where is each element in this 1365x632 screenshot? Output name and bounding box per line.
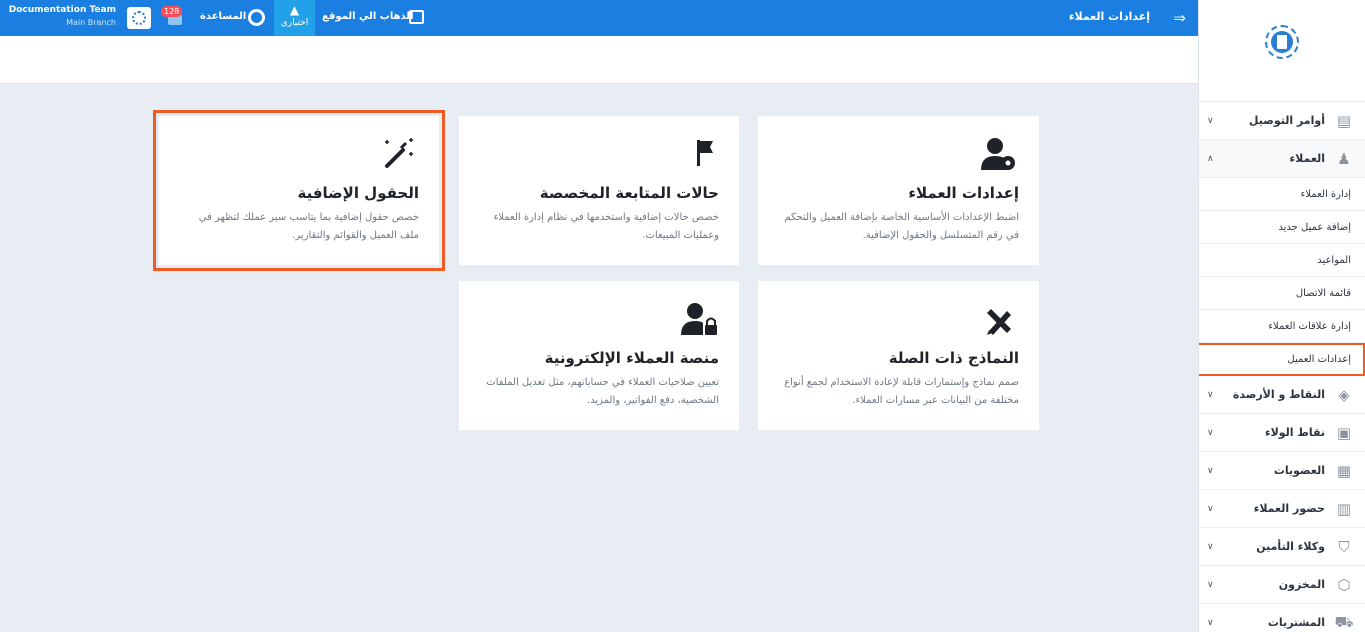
sidebar-item-purchases[interactable]: ⛟ المشتريات ∨ [1199,604,1365,632]
clipboard-icon: ▤ [1336,111,1352,130]
card-description: تعيين صلاحيات العملاء في حساباتهم، مثل ت… [486,377,719,406]
sidebar-item-attendance[interactable]: ▥ حضور العملاء ∨ [1199,490,1365,528]
chevron-down-icon: ∨ [1207,389,1214,400]
sidebar-item-label: حضور العملاء [1253,502,1325,515]
shortcuts-label: اختياري [280,18,309,28]
sidebar-item-label: المخزون [1278,578,1325,591]
logo-icon [1265,25,1299,59]
user-tie-icon: ♟ [1337,149,1351,168]
card-description: خصص حالات إضافية واستخدمها في نظام إدارة… [493,212,719,241]
lifebuoy-icon[interactable] [248,9,265,26]
card-title: النماذج ذات الصلة [888,349,1019,367]
submenu-add-customer[interactable]: إضافة عميل جديد [1199,211,1365,244]
card-title: منصة العملاء الإلكترونية [544,349,719,367]
chevron-up-icon: ∧ [1207,153,1214,164]
sidebar-item-label: العضويات [1273,464,1325,477]
id-card-icon: ▦ [1336,461,1352,480]
card-description: اضبط الإعدادات الأساسية الخاصة بإضافة ال… [784,212,1019,241]
card-custom-statuses[interactable]: حالات المتابعة المخصصة خصص حالات إضافية … [459,116,739,265]
sidebar-item-label: وكلاء التأمين [1256,540,1325,553]
app-logo[interactable] [1199,0,1365,84]
chevron-down-icon: ∨ [1207,427,1214,438]
sidebar-item-loyalty[interactable]: ▣ نقاط الولاء ∨ [1199,414,1365,452]
card-title: حالات المتابعة المخصصة [539,184,719,202]
calendar-user-icon: ▥ [1336,499,1352,518]
sub-header [0,36,1198,84]
submenu-appointments[interactable]: المواعيد [1199,244,1365,277]
gear-icon [132,11,146,25]
card-description: صمم نماذج وإستمارات قابلة لإعادة الاستخد… [784,377,1019,406]
card-customer-settings[interactable]: إعدادات العملاء اضبط الإعدادات الأساسية … [758,116,1039,265]
branch-name: Main Branch [66,18,116,27]
sidebar-item-label: المشتريات [1267,616,1325,629]
top-bar: ⇒ إعدادات العملاء الذهاب الي الموقع ▲ اخ… [0,0,1198,36]
chevron-down-icon: ∨ [1207,465,1214,476]
card-title: إعدادات العملاء [908,184,1019,202]
chevron-down-icon: ∨ [1207,541,1214,552]
card-related-forms[interactable]: النماذج ذات الصلة صمم نماذج وإستمارات قا… [758,281,1039,430]
sidebar-item-insurance-agents[interactable]: ⛉ وكلاء التأمين ∨ [1199,528,1365,566]
visit-site-link[interactable]: الذهاب الي الموقع [322,11,414,22]
sidebar-item-inventory[interactable]: ⬡ المخزون ∨ [1199,566,1365,604]
notification-badge: 128 [161,6,183,17]
branch-logo[interactable] [127,7,151,29]
user-lock-icon [681,303,717,335]
highlight-box [153,110,445,271]
sidebar-item-delivery-orders[interactable]: ▤ أوامر التوصيل ∨ [1199,102,1365,140]
shield-icon: ⛉ [1338,537,1350,556]
pencil-ruler-icon [987,309,1011,335]
sidebar-item-label: أوامر التوصيل [1248,114,1325,127]
user-gear-icon [981,138,1015,170]
submenu-crm[interactable]: إدارة علاقات العملاء [1199,310,1365,343]
customers-submenu: إدارة العملاء إضافة عميل جديد المواعيد ق… [1199,178,1365,376]
submenu-contact-list[interactable]: قائمة الاتصال [1199,277,1365,310]
help-link[interactable]: المساعدة [200,11,246,22]
sidebar-item-memberships[interactable]: ▦ العضويات ∨ [1199,452,1365,490]
card-customer-portal[interactable]: منصة العملاء الإلكترونية تعيين صلاحيات ا… [459,281,739,430]
sidebar-item-label: العملاء [1289,152,1325,165]
box-icon: ⬡ [1337,575,1351,594]
chevron-down-icon: ∨ [1207,579,1214,590]
sidebar: ▤ أوامر التوصيل ∨ ♟ العملاء ∧ إدارة العم… [1198,0,1365,632]
chevron-down-icon: ∨ [1207,115,1214,126]
submenu-manage-customers[interactable]: إدارة العملاء [1199,178,1365,211]
rocket-icon: ▲ [289,3,300,17]
shortcuts-button[interactable]: ▲ اختياري [274,0,315,36]
flag-icon [697,140,713,166]
sidebar-item-label: النقاط و الأرصدة [1232,388,1325,401]
chevron-down-icon: ∨ [1207,617,1214,628]
sidebar-item-customers[interactable]: ♟ العملاء ∧ [1199,140,1365,178]
team-name[interactable]: Documentation Team [8,5,116,15]
layers-icon: ◈ [1338,385,1350,404]
submenu-customer-settings[interactable]: إعدادات العميل [1199,343,1365,376]
sidebar-toggle-icon[interactable]: ⇒ [1173,9,1186,27]
truck-icon: ⛟ [1334,612,1354,631]
chevron-down-icon: ∨ [1207,503,1214,514]
gift-icon: ▣ [1336,423,1352,442]
sidebar-item-points-credits[interactable]: ◈ النقاط و الأرصدة ∨ [1199,376,1365,414]
page-title: إعدادات العملاء [1068,10,1150,23]
sidebar-item-label: نقاط الولاء [1264,426,1325,439]
